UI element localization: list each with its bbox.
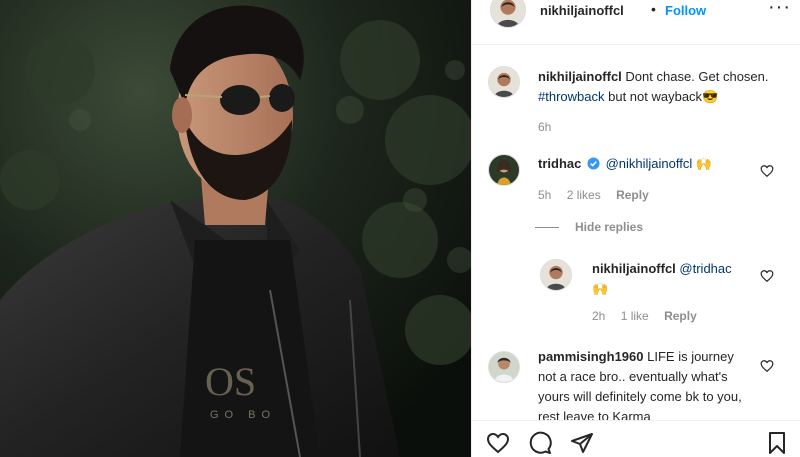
reply-likes[interactable]: 1 like	[621, 309, 649, 323]
svg-text:OS: OS	[205, 359, 256, 404]
action-bar	[472, 420, 800, 457]
caption: nikhiljainoffcl Dont chase. Get chosen. …	[472, 62, 800, 134]
commenter-avatar[interactable]	[488, 154, 520, 186]
comment-item: pammisingh1960 LIFE is journey not a rac…	[472, 345, 800, 421]
bookmark-icon[interactable]	[765, 431, 789, 455]
reply-body: 🙌	[592, 281, 609, 296]
reply-meta: 2h 1 like Reply	[592, 309, 709, 323]
post-header: nikhiljainoffcl • Follow ···	[472, 0, 800, 45]
hashtag-link[interactable]: #throwback	[538, 89, 604, 104]
reply-text: nikhiljainoffcl @tridhac 🙌	[592, 259, 762, 299]
reply-reply-button[interactable]: Reply	[664, 309, 697, 323]
reply-item: nikhiljainoffcl @tridhac 🙌 2h 1 like Rep…	[534, 255, 800, 325]
commenter-username[interactable]: tridhac	[538, 156, 581, 171]
commenter-username[interactable]: pammisingh1960	[538, 349, 644, 364]
more-options-icon[interactable]: ···	[768, 0, 791, 19]
comment-icon[interactable]	[528, 431, 552, 455]
reply-time[interactable]: 2h	[592, 309, 605, 323]
caption-text: nikhiljainoffcl Dont chase. Get chosen. …	[538, 67, 796, 107]
caption-time: 6h	[538, 120, 563, 134]
divider-line	[535, 226, 559, 228]
author-username[interactable]: nikhiljainoffcl	[540, 3, 624, 18]
reply-like-icon[interactable]	[760, 269, 774, 283]
comments-panel: nikhiljainoffcl • Follow ··· nikhiljaino…	[471, 0, 800, 457]
author-avatar[interactable]	[490, 0, 526, 28]
comment-like-icon[interactable]	[760, 164, 774, 178]
heart-icon[interactable]	[486, 431, 510, 455]
hide-replies-button[interactable]: Hide replies	[535, 220, 643, 234]
reply-mention-link[interactable]: @tridhac	[679, 261, 731, 276]
caption-body-end: but not wayback😎	[608, 89, 719, 104]
separator-dot: •	[651, 1, 656, 17]
comment-meta: 5h 2 likes Reply	[538, 188, 661, 202]
comment-text: pammisingh1960 LIFE is journey not a rac…	[538, 347, 753, 421]
svg-text:GO BO: GO BO	[210, 409, 276, 421]
reply-username[interactable]: nikhiljainoffcl	[592, 261, 676, 276]
caption-body: Dont chase. Get chosen.	[625, 69, 769, 84]
caption-avatar[interactable]	[488, 66, 520, 98]
comment-time[interactable]: 5h	[538, 188, 551, 202]
follow-button[interactable]: Follow	[665, 3, 706, 18]
post-photo: OS GO BO	[0, 0, 471, 457]
comment-body: 🙌	[695, 156, 713, 171]
comment-like-icon[interactable]	[760, 359, 774, 373]
caption-username[interactable]: nikhiljainoffcl	[538, 69, 622, 84]
share-icon[interactable]	[570, 431, 594, 455]
commenter-avatar[interactable]	[488, 351, 520, 383]
reply-button[interactable]: Reply	[616, 188, 649, 202]
caption-timestamp[interactable]: 6h	[538, 120, 551, 134]
mention-link[interactable]: @nikhiljainoffcl	[606, 156, 693, 171]
hide-replies-label: Hide replies	[575, 220, 644, 234]
comment-likes[interactable]: 2 likes	[567, 188, 601, 202]
comment-item: tridhac @nikhiljainoffcl 🙌 5h 2 likes Re…	[472, 150, 800, 210]
verified-badge-icon	[587, 156, 600, 170]
comment-text: tridhac @nikhiljainoffcl 🙌	[538, 154, 768, 174]
reply-avatar[interactable]	[540, 259, 572, 291]
